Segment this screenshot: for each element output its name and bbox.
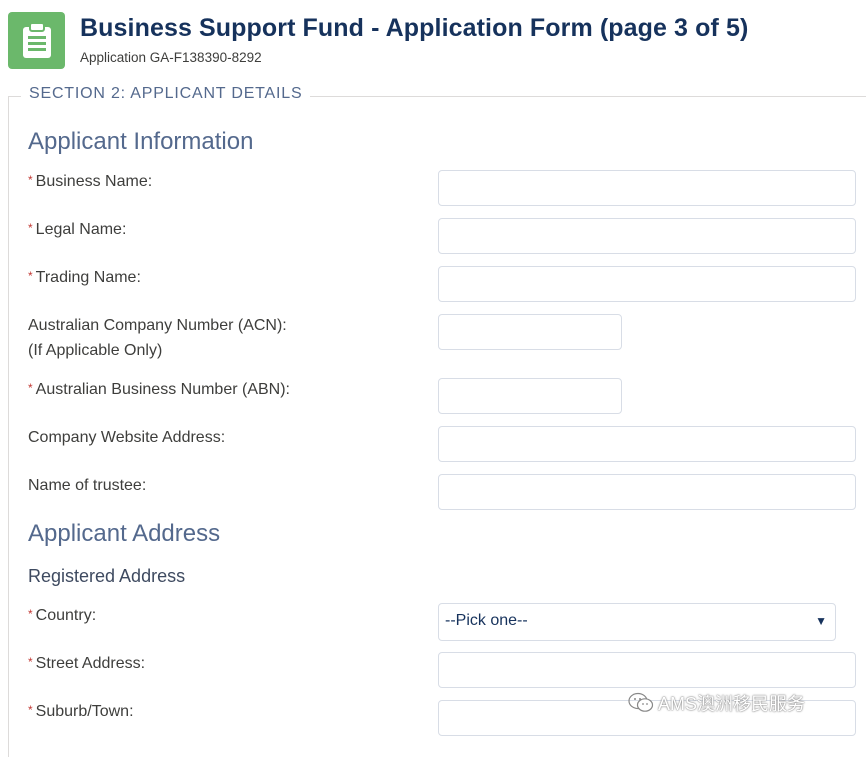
label-text: Trading Name: xyxy=(35,269,141,286)
watermark: AMS澳洲移民服务 xyxy=(628,690,805,716)
suburb-label: * Suburb/Town: xyxy=(28,699,134,724)
caret-down-icon: ▼ xyxy=(815,614,827,628)
required-marker: * xyxy=(28,269,33,283)
country-selected-value: --Pick one-- xyxy=(445,612,528,629)
label-text: Australian Company Number (ACN): xyxy=(28,317,287,334)
label-text: Country: xyxy=(35,607,97,624)
country-select[interactable]: --Pick one-- ▼ xyxy=(438,603,836,641)
required-marker: * xyxy=(28,173,33,187)
required-marker: * xyxy=(28,221,33,235)
label-text: Legal Name: xyxy=(35,221,127,238)
applicant-information-heading: Applicant Information xyxy=(28,128,254,155)
wechat-icon xyxy=(628,692,654,712)
label-text: Suburb/Town: xyxy=(35,703,134,720)
page-header: Business Support Fund - Application Form… xyxy=(8,12,866,72)
required-marker: * xyxy=(28,607,33,621)
registered-address-heading: Registered Address xyxy=(28,566,186,586)
legal-name-input[interactable] xyxy=(438,218,856,254)
page-title: Business Support Fund - Application Form… xyxy=(80,14,749,42)
section-legend: SECTION 2: APPLICANT DETAILS xyxy=(21,85,311,103)
trustee-label: Name of trustee: xyxy=(28,477,147,494)
business-name-input[interactable] xyxy=(438,170,856,206)
label-text: Street Address: xyxy=(35,655,146,672)
required-marker: * xyxy=(28,703,33,717)
label-text: Business Name: xyxy=(35,173,153,190)
label-note: (If Applicable Only) xyxy=(28,342,163,359)
clipboard-icon xyxy=(8,12,65,69)
watermark-text: AMS澳洲移民服务 xyxy=(658,694,806,714)
legal-name-label: * Legal Name: xyxy=(28,217,126,242)
acn-input[interactable] xyxy=(438,314,622,350)
abn-label: * Australian Business Number (ABN): xyxy=(28,377,290,402)
applicant-address-heading: Applicant Address xyxy=(28,520,221,547)
label-text: Australian Business Number (ABN): xyxy=(35,381,290,398)
application-id: Application GA-F138390-8292 xyxy=(80,50,262,65)
business-name-label: * Business Name: xyxy=(28,169,152,194)
abn-input[interactable] xyxy=(438,378,622,414)
trading-name-label: * Trading Name: xyxy=(28,265,141,290)
street-address-input[interactable] xyxy=(438,652,856,688)
street-address-label: * Street Address: xyxy=(28,651,145,676)
website-label: Company Website Address: xyxy=(28,429,226,446)
website-input[interactable] xyxy=(438,426,856,462)
trading-name-input[interactable] xyxy=(438,266,856,302)
required-marker: * xyxy=(28,655,33,669)
acn-label: Australian Company Number (ACN): (If App… xyxy=(28,313,287,363)
required-marker: * xyxy=(28,381,33,395)
trustee-input[interactable] xyxy=(438,474,856,510)
country-label: * Country: xyxy=(28,603,96,628)
